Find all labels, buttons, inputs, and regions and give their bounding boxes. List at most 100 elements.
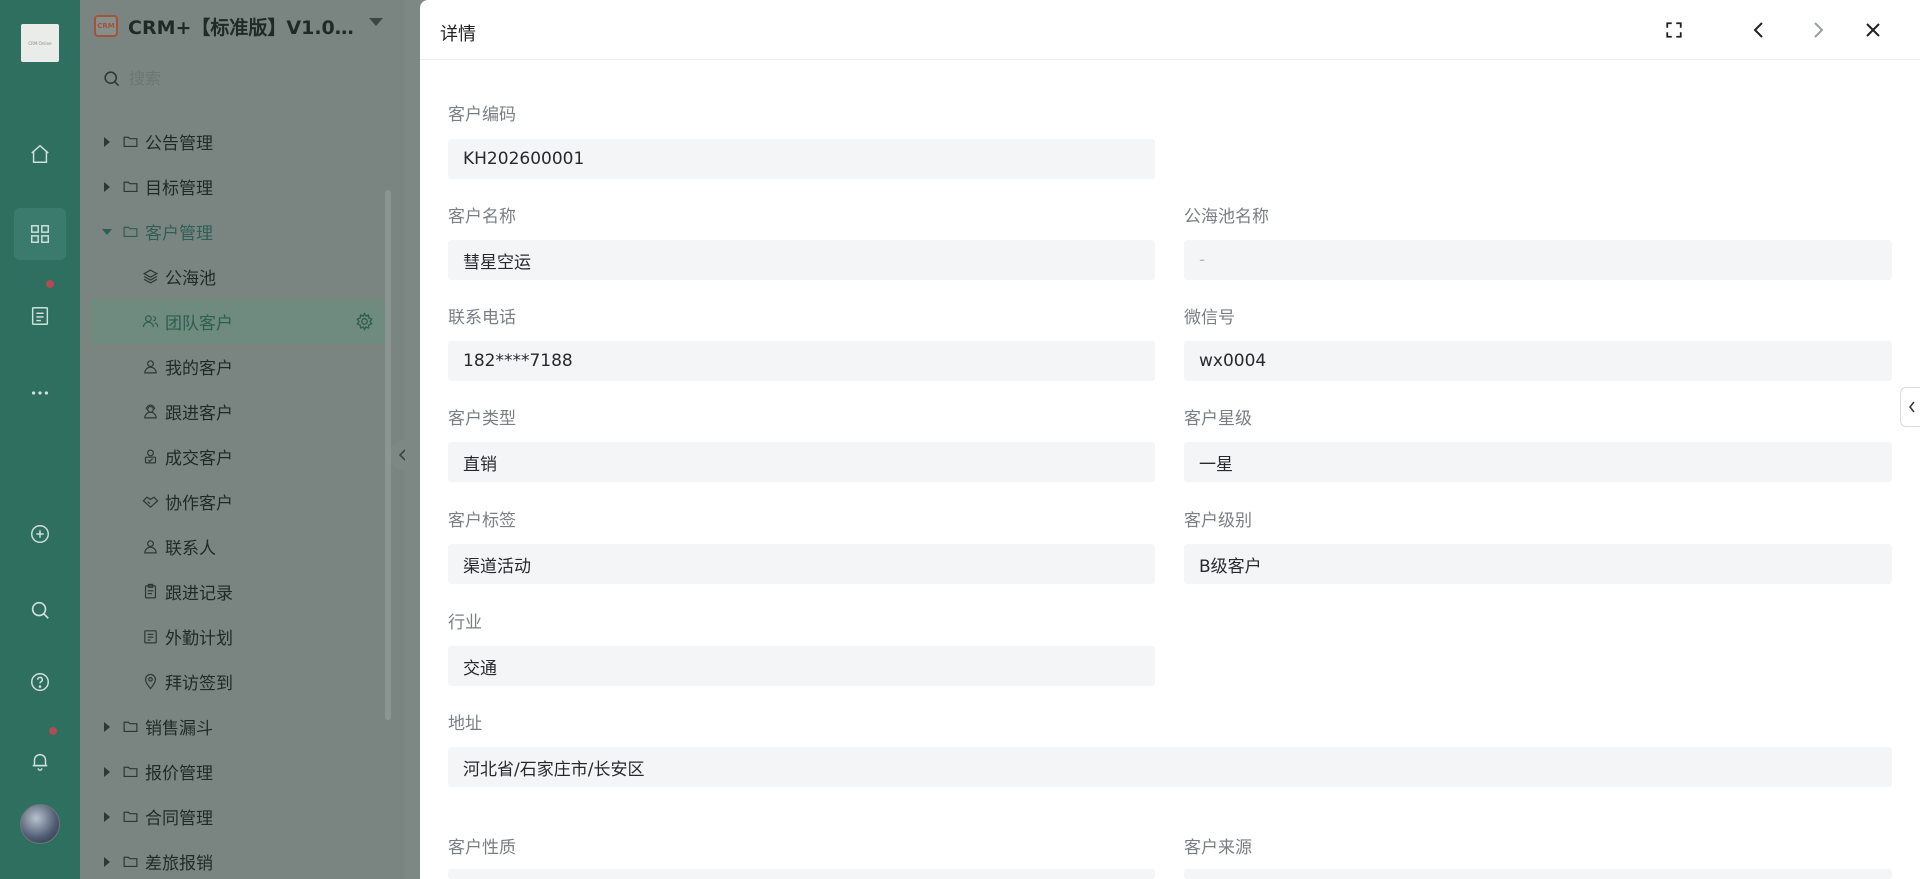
nav-item-collab-customers[interactable]: 协作客户	[90, 479, 386, 524]
nav-item-team-customers[interactable]: 团队客户	[90, 299, 386, 344]
company-logo-text: CRM Online	[28, 40, 52, 46]
caret-right-icon	[100, 811, 114, 822]
alert-dot	[49, 727, 57, 735]
nav-item-label: 公海池	[165, 269, 216, 289]
nav-item-label: 销售漏斗	[145, 719, 213, 739]
nav-item-label: 合同管理	[145, 809, 213, 829]
nav-item-field-plan[interactable]: 外勤计划	[90, 614, 386, 659]
app-logo: CRM	[94, 15, 118, 37]
drawer-header: 详情	[420, 0, 1920, 60]
next-record-button[interactable]	[1804, 16, 1832, 44]
nav-item-label: 公告管理	[145, 134, 213, 154]
chevron-left-icon	[1908, 401, 1915, 413]
customer-level-value: B级客户	[1184, 544, 1892, 584]
nav-item-label: 外勤计划	[165, 629, 233, 649]
user-avatar[interactable]	[20, 804, 60, 844]
nav-item-label: 差旅报销	[145, 854, 213, 874]
detail-drawer: 详情 客户编码 KH202600001 客户名称 彗星空运 公海池名称 - 联系…	[420, 0, 1920, 879]
nav-item-visit-checkin[interactable]: 拜访签到	[90, 659, 386, 704]
calendar-list-icon	[142, 628, 159, 645]
field-label: 客户编码	[448, 105, 516, 125]
folder-icon	[122, 853, 139, 870]
nav-search[interactable]	[102, 64, 382, 92]
user-icon	[142, 358, 159, 375]
app-name: CRM+【标准版】V1.0…	[128, 16, 354, 39]
field-label: 客户标签	[448, 511, 516, 531]
nav-group-contracts[interactable]: 合同管理	[90, 794, 386, 839]
caret-down-icon	[100, 228, 114, 235]
source-value	[1184, 869, 1892, 879]
expand-side-panel-button[interactable]	[1900, 387, 1920, 427]
previous-record-button[interactable]	[1745, 16, 1773, 44]
document-icon[interactable]	[22, 298, 58, 334]
user-check-icon	[142, 448, 159, 465]
folder-icon	[122, 223, 139, 240]
caret-right-icon	[100, 136, 114, 147]
home-icon[interactable]	[22, 136, 58, 172]
company-logo[interactable]: CRM Online	[21, 24, 59, 62]
chevron-left-icon	[1753, 22, 1763, 38]
nav-item-followup-customers[interactable]: 跟进客户	[90, 389, 386, 434]
customer-code-value: KH202600001	[448, 139, 1155, 179]
nav-group-announcements[interactable]: 公告管理	[90, 119, 386, 164]
user-headset-icon	[142, 403, 159, 420]
layers-icon	[142, 268, 159, 285]
nav-item-label: 客户管理	[145, 224, 213, 244]
nav-group-sales-funnel[interactable]: 销售漏斗	[90, 704, 386, 749]
phone-value: 182****7188	[448, 341, 1155, 381]
caret-right-icon	[100, 721, 114, 732]
nav-group-targets[interactable]: 目标管理	[90, 164, 386, 209]
drawer-title: 详情	[440, 24, 476, 45]
field-label: 联系电话	[448, 308, 516, 328]
wechat-value: wx0004	[1184, 341, 1892, 381]
app-switcher[interactable]: CRM CRM+【标准版】V1.0…	[80, 0, 405, 52]
nav-item-deal-customers[interactable]: 成交客户	[90, 434, 386, 479]
app-rail: CRM Online	[0, 0, 80, 879]
user-icon	[142, 538, 159, 555]
industry-value: 交通	[448, 646, 1155, 686]
nav-item-label: 目标管理	[145, 179, 213, 199]
nav-item-label: 跟进记录	[165, 584, 233, 604]
nav-item-followup-records[interactable]: 跟进记录	[90, 569, 386, 614]
field-label: 客户级别	[1184, 511, 1252, 531]
help-icon[interactable]	[22, 664, 58, 700]
apps-grid-icon[interactable]	[14, 208, 66, 260]
close-icon	[1866, 23, 1880, 37]
customer-type-value: 直销	[448, 442, 1155, 482]
nav-item-public-pool[interactable]: 公海池	[90, 254, 386, 299]
nav-item-contacts[interactable]: 联系人	[90, 524, 386, 569]
nav-item-label: 协作客户	[165, 494, 233, 514]
search-icon	[104, 70, 120, 86]
nav-item-my-customers[interactable]: 我的客户	[90, 344, 386, 389]
nav-group-customers[interactable]: 客户管理	[90, 209, 386, 254]
nav-group-travel-expenses[interactable]: 差旅报销	[90, 839, 386, 879]
nav-search-input[interactable]	[129, 68, 369, 88]
folder-icon	[122, 718, 139, 735]
nav-item-label: 联系人	[165, 539, 216, 559]
fullscreen-button[interactable]	[1660, 16, 1688, 44]
nav-tree: 公告管理 目标管理 客户管理 公海池 团队客户 我的客户 跟进客户 成交客户 协…	[90, 119, 386, 879]
nav-item-label: 我的客户	[165, 359, 233, 379]
field-label: 地址	[448, 714, 482, 734]
search-icon[interactable]	[22, 592, 58, 628]
chevron-right-icon	[1814, 22, 1824, 38]
field-label: 客户名称	[448, 207, 516, 227]
nav-item-label: 报价管理	[145, 764, 213, 784]
gear-icon[interactable]	[355, 312, 374, 336]
caret-right-icon	[100, 181, 114, 192]
field-label: 客户性质	[448, 838, 516, 858]
address-value: 河北省/石家庄市/长安区	[448, 747, 1892, 787]
field-label: 公海池名称	[1184, 207, 1269, 227]
field-label: 客户来源	[1184, 838, 1252, 858]
bell-icon[interactable]	[22, 743, 58, 779]
close-button[interactable]	[1859, 16, 1887, 44]
users-icon	[142, 313, 159, 330]
nav-item-label: 团队客户	[165, 314, 233, 334]
more-icon[interactable]	[22, 375, 58, 411]
customer-star-value: 一星	[1184, 442, 1892, 482]
module-nav: CRM CRM+【标准版】V1.0… 公告管理 目标管理 客户管理 公海池	[80, 0, 415, 879]
nav-group-quotes[interactable]: 报价管理	[90, 749, 386, 794]
chevron-down-icon[interactable]	[369, 18, 383, 26]
field-label: 微信号	[1184, 308, 1235, 328]
add-circle-icon[interactable]	[22, 516, 58, 552]
